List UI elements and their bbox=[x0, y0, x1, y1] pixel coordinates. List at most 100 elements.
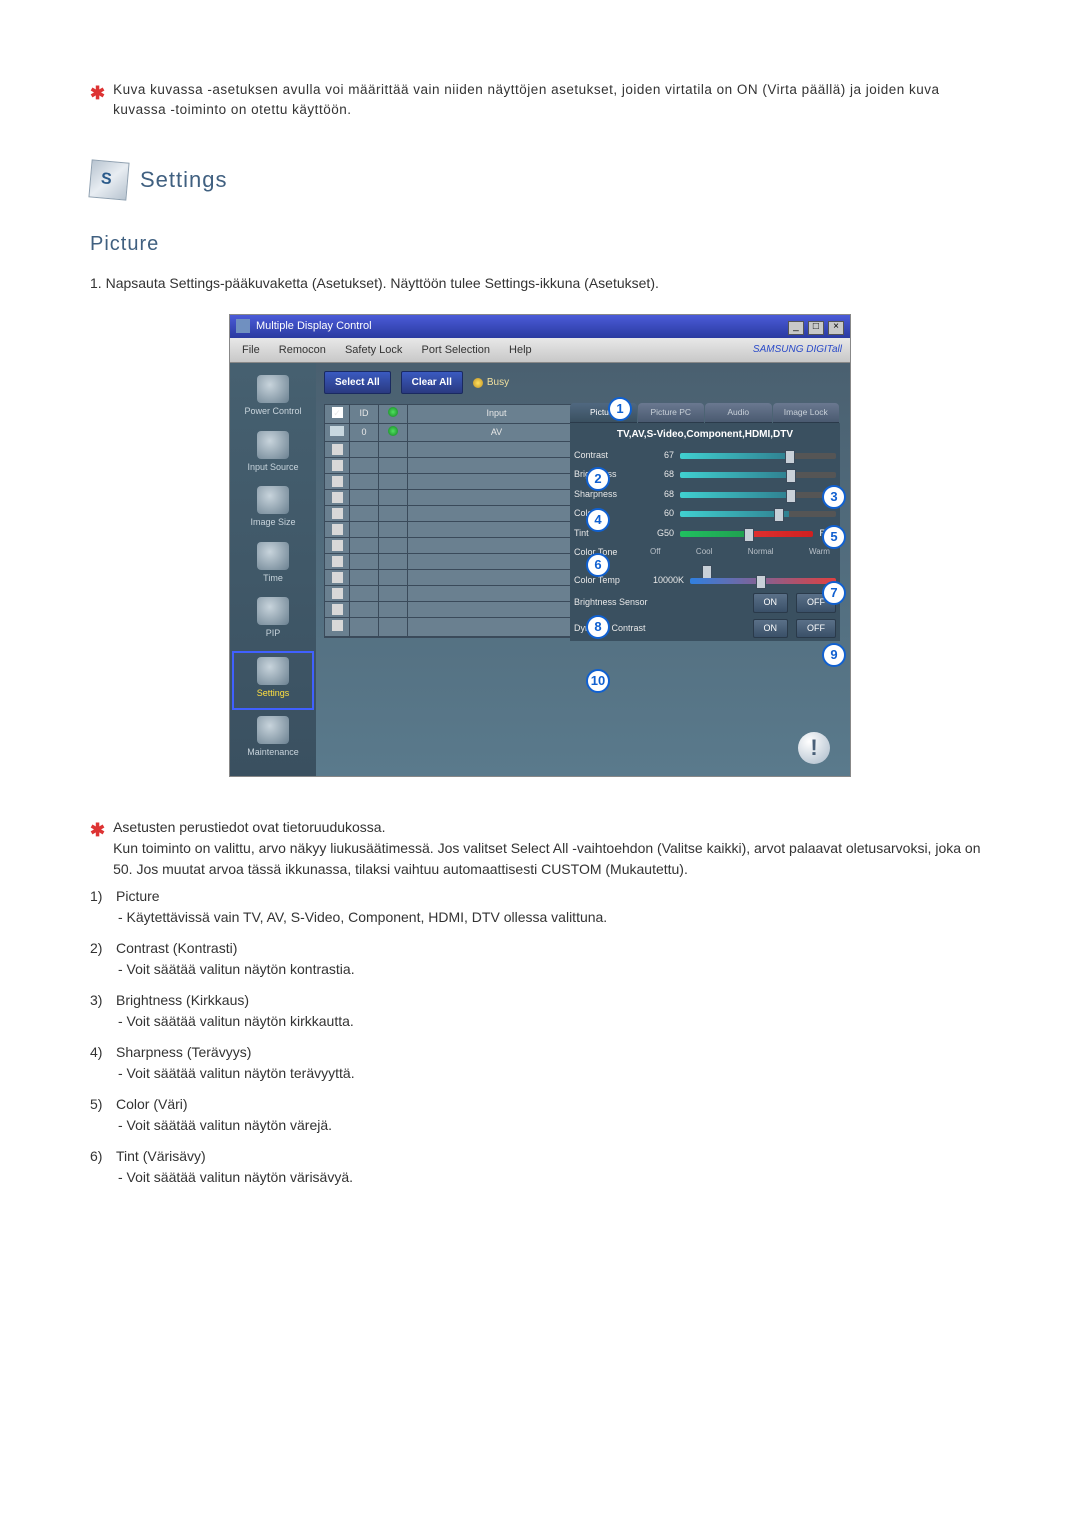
sidebar-item-pip[interactable]: PIP bbox=[230, 593, 316, 649]
sidebar-item-input-source[interactable]: Input Source bbox=[230, 427, 316, 483]
sharpness-slider[interactable] bbox=[680, 492, 836, 498]
item-num: 2) bbox=[90, 938, 116, 980]
item-sub: - Voit säätää valitun näytön kirkkautta. bbox=[118, 1011, 990, 1032]
menu-file[interactable]: File bbox=[234, 340, 268, 361]
callout-10: 10 bbox=[586, 669, 610, 693]
item-title: Brightness (Kirkkaus) bbox=[116, 990, 990, 1011]
menu-remocon[interactable]: Remocon bbox=[271, 340, 334, 361]
maximize-button[interactable]: □ bbox=[808, 321, 824, 335]
menu-safety-lock[interactable]: Safety Lock bbox=[337, 340, 410, 361]
color-temp-slider[interactable] bbox=[690, 578, 836, 584]
color-row: Color 60 bbox=[570, 504, 840, 524]
star-icon: ✱ bbox=[90, 80, 105, 121]
sidebar-item-power-control[interactable]: Power Control bbox=[230, 371, 316, 427]
callout-8: 8 bbox=[586, 615, 610, 639]
contrast-slider[interactable] bbox=[680, 453, 836, 459]
item-title: Picture bbox=[116, 886, 990, 907]
item-num: 6) bbox=[90, 1146, 116, 1188]
step-1-num: 1. bbox=[90, 275, 106, 291]
settings-cube-icon bbox=[88, 159, 129, 200]
item-sub: - Voit säätää valitun näytön terävyyttä. bbox=[118, 1063, 990, 1084]
desc-item: 4)Sharpness (Terävyys)- Voit säätää vali… bbox=[90, 1042, 990, 1084]
callout-4: 4 bbox=[586, 508, 610, 532]
callout-9: 9 bbox=[822, 643, 846, 667]
brightness-sensor-on[interactable]: ON bbox=[753, 593, 789, 613]
section-title: Settings bbox=[140, 163, 228, 196]
desc-item: 1)Picture- Käytettävissä vain TV, AV, S-… bbox=[90, 886, 990, 928]
below-note-2: Kun toiminto on valittu, arvo näkyy liuk… bbox=[113, 840, 980, 877]
item-title: Sharpness (Terävyys) bbox=[116, 1042, 990, 1063]
maintenance-icon bbox=[257, 716, 289, 744]
sidebar-item-settings[interactable]: Settings bbox=[232, 651, 314, 711]
desc-item: 2)Contrast (Kontrasti)- Voit säätää vali… bbox=[90, 938, 990, 980]
status-dot bbox=[388, 426, 398, 436]
item-title: Color (Väri) bbox=[116, 1094, 990, 1115]
item-sub: - Voit säätää valitun näytön värisävyä. bbox=[118, 1167, 990, 1188]
busy-label: Busy bbox=[487, 375, 509, 390]
input-source-icon bbox=[257, 431, 289, 459]
sidebar: Power Control Input Source Image Size Ti… bbox=[230, 363, 316, 776]
select-all-button[interactable]: Select All bbox=[324, 371, 391, 394]
busy-icon bbox=[473, 378, 483, 388]
color-tone-row: Color Tone Off Cool Normal Warm bbox=[570, 543, 840, 571]
sidebar-item-time[interactable]: Time bbox=[230, 538, 316, 594]
tint-slider[interactable] bbox=[680, 531, 813, 537]
time-icon bbox=[257, 542, 289, 570]
callout-2: 2 bbox=[586, 467, 610, 491]
app-icon bbox=[236, 319, 250, 333]
item-num: 4) bbox=[90, 1042, 116, 1084]
table-row[interactable]: 0 AV ▴ bbox=[325, 424, 605, 443]
app-window: Multiple Display Control _ □ × File Remo… bbox=[229, 314, 851, 777]
item-sub: - Voit säätää valitun näytön kontrastia. bbox=[118, 959, 990, 980]
brightness-slider[interactable] bbox=[680, 472, 836, 478]
below-note-1: Asetusten perustiedot ovat tietoruudukos… bbox=[113, 819, 385, 835]
item-title: Contrast (Kontrasti) bbox=[116, 938, 990, 959]
col-id: ID bbox=[350, 405, 379, 423]
tab-image-lock[interactable]: Image Lock bbox=[773, 403, 840, 423]
power-icon bbox=[257, 375, 289, 403]
pip-icon bbox=[257, 597, 289, 625]
menu-help[interactable]: Help bbox=[501, 340, 540, 361]
brightness-row: Brightness 68 bbox=[570, 465, 840, 485]
dynamic-contrast-off[interactable]: OFF bbox=[796, 619, 836, 639]
app-title: Multiple Display Control bbox=[256, 318, 372, 335]
settings-icon bbox=[257, 657, 289, 685]
tint-row: Tint G50 R50 bbox=[570, 524, 840, 544]
dynamic-contrast-row: Dynamic Contrast ON OFF bbox=[570, 616, 840, 642]
col-input: Input bbox=[408, 405, 586, 423]
device-icon bbox=[330, 426, 344, 436]
panel-subtitle: TV,AV,S-Video,Component,HDMI,DTV bbox=[570, 423, 840, 446]
item-num: 5) bbox=[90, 1094, 116, 1136]
item-title: Tint (Värisävy) bbox=[116, 1146, 990, 1167]
callout-1: 1 bbox=[608, 397, 632, 421]
tab-audio[interactable]: Audio bbox=[705, 403, 772, 423]
brightness-sensor-row: Brightness Sensor ON OFF bbox=[570, 590, 840, 616]
intro-note: Kuva kuvassa -asetuksen avulla voi määri… bbox=[113, 80, 990, 121]
sidebar-item-maintenance[interactable]: Maintenance bbox=[230, 712, 316, 768]
item-sub: - Voit säätää valitun näytön värejä. bbox=[118, 1115, 990, 1136]
color-slider[interactable] bbox=[680, 511, 836, 517]
close-button[interactable]: × bbox=[828, 321, 844, 335]
sharpness-row: Sharpness 68 bbox=[570, 485, 840, 505]
callout-6: 6 bbox=[586, 553, 610, 577]
step-1-text: Napsauta Settings-pääkuvaketta (Asetukse… bbox=[106, 275, 659, 291]
subsection-title: Picture bbox=[90, 229, 990, 259]
dynamic-contrast-on[interactable]: ON bbox=[753, 619, 789, 639]
contrast-row: Contrast 67 bbox=[570, 446, 840, 466]
item-sub: - Käytettävissä vain TV, AV, S-Video, Co… bbox=[118, 907, 990, 928]
desc-item: 6)Tint (Värisävy)- Voit säätää valitun n… bbox=[90, 1146, 990, 1188]
minimize-button[interactable]: _ bbox=[788, 321, 804, 335]
callout-5: 5 bbox=[822, 525, 846, 549]
menu-port-selection[interactable]: Port Selection bbox=[413, 340, 497, 361]
col-status bbox=[379, 405, 408, 423]
item-num: 3) bbox=[90, 990, 116, 1032]
tab-picture-pc[interactable]: Picture PC bbox=[638, 403, 705, 423]
callout-3: 3 bbox=[822, 485, 846, 509]
device-grid: ✓ ID Input 0 AV ▴ bbox=[324, 404, 606, 638]
item-num: 1) bbox=[90, 886, 116, 928]
sidebar-item-image-size[interactable]: Image Size bbox=[230, 482, 316, 538]
col-check[interactable]: ✓ bbox=[325, 405, 350, 423]
desc-item: 3)Brightness (Kirkkaus)- Voit säätää val… bbox=[90, 990, 990, 1032]
alert-icon: ! bbox=[798, 732, 830, 764]
clear-all-button[interactable]: Clear All bbox=[401, 371, 463, 394]
